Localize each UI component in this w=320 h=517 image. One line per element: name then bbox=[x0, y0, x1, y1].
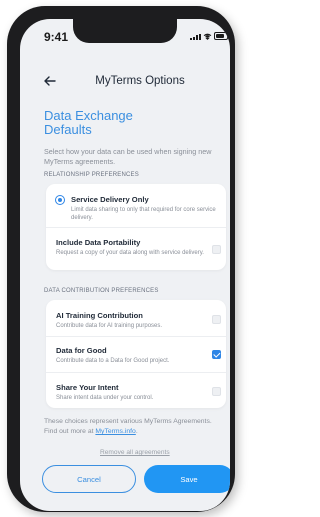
system-icons bbox=[190, 32, 228, 40]
data-portability-label: Include Data Portability bbox=[56, 238, 141, 247]
footer-note: These choices represent various MyTerms … bbox=[44, 417, 224, 437]
service-delivery-radio[interactable] bbox=[55, 195, 65, 205]
heading-line-1: Data Exchange bbox=[44, 108, 133, 123]
option-share-intent[interactable]: Share Your Intent Share intent data unde… bbox=[46, 372, 226, 408]
status-bar: 9:41 bbox=[20, 19, 230, 53]
heading-line-2: Defaults bbox=[44, 122, 92, 137]
service-delivery-description: Limit data sharing to only that required… bbox=[71, 207, 216, 221]
ai-training-label: AI Training Contribution bbox=[56, 311, 143, 320]
ai-training-description: Contribute data for AI training purposes… bbox=[56, 323, 163, 329]
service-delivery-label: Service Delivery Only bbox=[71, 195, 149, 204]
option-data-portability[interactable]: Include Data Portability Request a copy … bbox=[46, 227, 226, 270]
app-screen: 9:41 MyTerms Options Data Exchange Defau… bbox=[20, 19, 230, 511]
relationship-section-title: RELATIONSHIP PREFERENCES bbox=[44, 172, 139, 178]
notch bbox=[73, 19, 177, 43]
intro-text: Select how your data can be used when si… bbox=[44, 147, 212, 166]
contribution-section-title: DATA CONTRIBUTION PREFERENCES bbox=[44, 288, 159, 294]
data-for-good-label: Data for Good bbox=[56, 346, 107, 355]
battery-icon bbox=[214, 32, 228, 40]
data-for-good-description: Contribute data to a Data for Good proje… bbox=[56, 358, 170, 364]
status-time: 9:41 bbox=[44, 30, 69, 44]
relationship-card: Service Delivery Only Limit data sharing… bbox=[46, 184, 226, 270]
save-button[interactable]: Save bbox=[144, 465, 230, 493]
ai-training-checkbox[interactable] bbox=[212, 315, 221, 324]
contribution-card: AI Training Contribution Contribute data… bbox=[46, 300, 226, 408]
phone-frame: 9:41 MyTerms Options Data Exchange Defau… bbox=[7, 6, 235, 512]
back-arrow-icon[interactable] bbox=[42, 73, 58, 89]
share-intent-checkbox[interactable] bbox=[212, 387, 221, 396]
myterms-info-link[interactable]: MyTerms.info bbox=[95, 428, 135, 435]
remove-all-agreements-link[interactable]: Remove all agreements bbox=[100, 449, 170, 456]
share-intent-description: Share intent data under your control. bbox=[56, 395, 154, 401]
option-ai-training[interactable]: AI Training Contribution Contribute data… bbox=[46, 300, 226, 336]
footer-period: . bbox=[135, 428, 138, 435]
option-service-delivery[interactable]: Service Delivery Only Limit data sharing… bbox=[46, 184, 226, 224]
nav-bar: MyTerms Options bbox=[20, 71, 230, 95]
data-portability-description: Request a copy of your data along with s… bbox=[56, 250, 204, 256]
wifi-icon bbox=[203, 33, 212, 40]
data-portability-checkbox[interactable] bbox=[212, 245, 221, 254]
page-title: MyTerms Options bbox=[95, 75, 185, 87]
option-data-for-good[interactable]: Data for Good Contribute data to a Data … bbox=[46, 336, 226, 372]
share-intent-label: Share Your Intent bbox=[56, 383, 119, 392]
cancel-button[interactable]: Cancel bbox=[42, 465, 136, 493]
data-for-good-checkbox[interactable] bbox=[212, 350, 221, 359]
signal-icon bbox=[190, 34, 201, 40]
heading: Data Exchange Defaults bbox=[44, 109, 184, 137]
